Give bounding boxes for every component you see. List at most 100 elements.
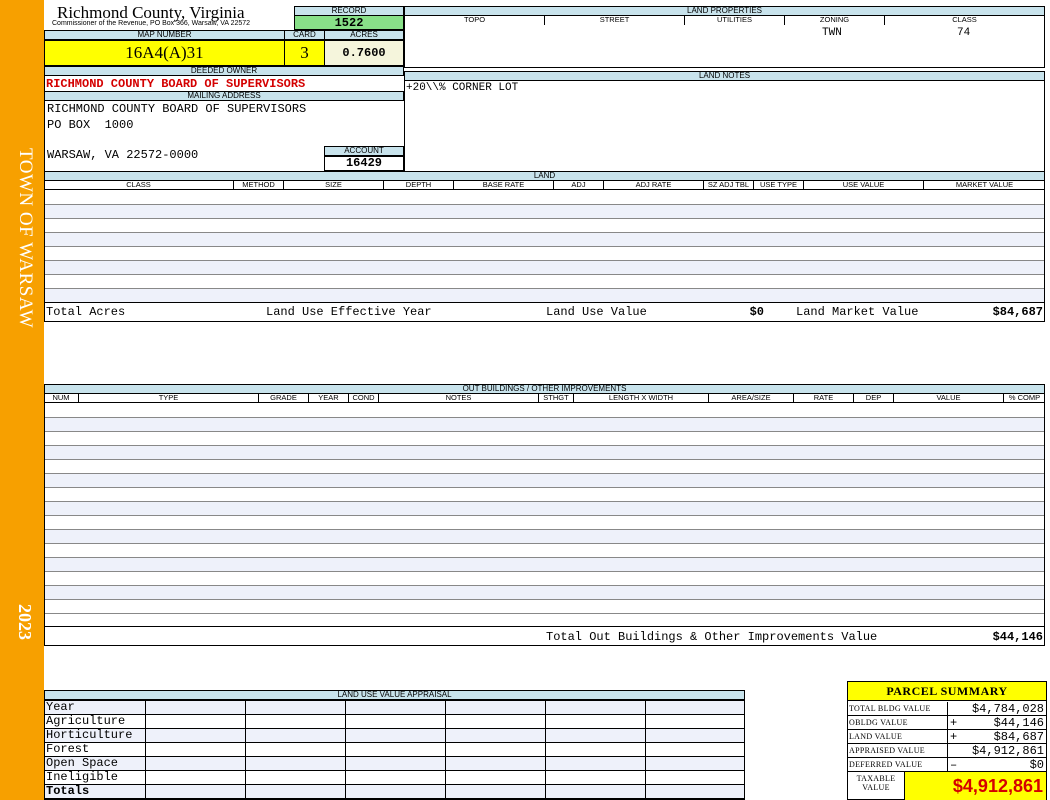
parcel-summary-label: DEFERRED VALUE	[849, 760, 923, 769]
land-row	[44, 247, 1045, 260]
land-row	[44, 289, 1045, 302]
ob-col-notes: NOTES	[379, 393, 539, 403]
ob-col-length-width: LENGTH X WIDTH	[574, 393, 709, 403]
ob-col-grade: GRADE	[259, 393, 309, 403]
land-col-market-value: MARKET VALUE	[955, 180, 1014, 189]
lp-col-topo: TOPO	[404, 15, 545, 25]
parcel-summary-label: APPRAISED VALUE	[849, 746, 925, 755]
outbuilding-row	[44, 530, 1045, 543]
land-col-sz-adj-tbl: SZ ADJ TBL	[704, 180, 754, 190]
land-header: CLASS METHOD SIZE DEPTH BASE RATE ADJ AD…	[44, 180, 1045, 190]
lp-col-zoning: ZONING	[785, 15, 885, 25]
parcel-summary-label: TOTAL BLDG VALUE	[849, 704, 931, 713]
land-row	[44, 205, 1045, 218]
taxable-label-1: TAXABLE	[856, 774, 896, 783]
land-col-method: METHOD	[234, 180, 284, 190]
sidebar-year: 2023	[15, 604, 35, 640]
ob-col-area-size: AREA/SIZE	[709, 393, 794, 403]
parcel-summary-sign: –	[950, 758, 958, 772]
land-row	[44, 275, 1045, 288]
parcel-summary-sign: +	[950, 730, 958, 744]
address-line-1: RICHMOND COUNTY BOARD OF SUPERVISORS	[47, 102, 307, 116]
lua-row-label: Open Space	[46, 756, 119, 770]
parcel-summary-label: OBLDG VALUE	[849, 718, 908, 727]
lua-row-label: Year	[46, 700, 75, 714]
outbuilding-row	[44, 516, 1045, 529]
ob-col-year: YEAR	[309, 393, 349, 403]
outbuilding-row	[44, 460, 1045, 473]
deeded-owner-label: DEEDED OWNER	[44, 66, 404, 76]
land-market-value-label: Land Market Value	[796, 305, 919, 319]
ob-col-cond: COND	[349, 393, 379, 403]
outbuilding-row	[44, 586, 1045, 599]
taxable-value: $4,912,861	[904, 772, 1046, 800]
land-col-depth: DEPTH	[384, 180, 454, 190]
land-row	[44, 233, 1045, 246]
record-value: 1522	[294, 15, 404, 30]
land-properties-header: TOPO STREET UTILITIES ZONING CLASS	[404, 15, 1045, 25]
outbuilding-row	[44, 488, 1045, 501]
parcel-summary-row: LAND VALUE + $84,687	[848, 730, 1046, 744]
parcel-summary-value: $4,784,028	[971, 702, 1044, 716]
sidebar: TOWN OF WARSAW 2023	[0, 0, 44, 800]
ob-col-value: VALUE	[894, 393, 1004, 403]
outbuildings-total-label: Total Out Buildings & Other Improvements…	[546, 630, 878, 644]
card-label: CARD	[284, 30, 325, 40]
lua-row: Horticulture	[45, 729, 744, 743]
lua-row-label: Horticulture	[46, 728, 133, 742]
parcel-summary-label: LAND VALUE	[849, 732, 903, 741]
lua-row: Forest	[45, 743, 744, 757]
commissioner-line: Commissioner of the Revenue, PO Box 366,…	[52, 20, 251, 27]
parcel-summary-row: APPRAISED VALUE $4,912,861	[848, 744, 1046, 758]
lua-row: Year	[45, 701, 744, 715]
effective-year-label: Land Use Effective Year	[266, 305, 432, 319]
land-col-adj: ADJ	[554, 180, 604, 190]
lua-row-label: Totals	[46, 784, 90, 798]
deeded-owner-value: RICHMOND COUNTY BOARD OF SUPERVISORS	[46, 77, 306, 91]
lp-col-class: CLASS	[885, 15, 1045, 25]
outbuilding-row	[44, 474, 1045, 487]
land-col-class: CLASS	[44, 180, 234, 190]
address-line-3: WARSAW, VA 22572-0000	[47, 148, 199, 162]
taxable-label: TAXABLE VALUE	[848, 772, 904, 800]
land-col-size: SIZE	[284, 180, 384, 190]
map-number-value: 16A4(A)31	[44, 40, 285, 66]
parcel-summary-row: DEFERRED VALUE – $0	[848, 758, 1046, 772]
acres-label: ACRES	[324, 30, 404, 40]
outbuilding-row	[44, 600, 1045, 613]
parcel-summary-sign: +	[950, 716, 958, 730]
outbuildings-total-value: $44,146	[992, 630, 1043, 644]
ob-col-num: NUM	[44, 393, 79, 403]
ob-col-rate: RATE	[794, 393, 854, 403]
land-row	[44, 219, 1045, 232]
lua-row-label: Ineligible	[46, 770, 119, 784]
land-col-use-value: USE VALUE	[804, 180, 924, 190]
land-row	[44, 261, 1045, 274]
lp-col-street: STREET	[545, 15, 685, 25]
ob-col-type: TYPE	[79, 393, 259, 403]
outbuilding-row	[44, 572, 1045, 585]
land-use-value-label: Land Use Value	[546, 305, 647, 319]
outbuilding-row	[44, 404, 1045, 417]
address-line-2: PO BOX 1000	[47, 118, 134, 132]
land-market-value: $84,687	[992, 305, 1043, 319]
parcel-summary-row: TOTAL BLDG VALUE $4,784,028	[848, 702, 1046, 716]
land-use-appraisal-table: Year Agriculture Horticulture Forest Open Sp…	[44, 700, 745, 800]
lua-row: Agriculture	[45, 715, 744, 729]
parcel-summary-title: PARCEL SUMMARY	[848, 682, 1046, 701]
land-row	[44, 191, 1045, 204]
outbuilding-row	[44, 446, 1045, 459]
lua-row: Open Space	[45, 757, 744, 771]
lua-row: Totals	[45, 785, 744, 799]
land-use-appraisal-title: LAND USE VALUE APPRAISAL	[44, 690, 745, 700]
outbuilding-row	[44, 432, 1045, 445]
outbuilding-row	[44, 418, 1045, 431]
taxable-label-2: VALUE	[862, 783, 890, 792]
outbuildings-total-row	[44, 626, 1045, 646]
land-col-use-type: USE TYPE	[754, 180, 804, 190]
total-acres-label: Total Acres	[46, 305, 126, 319]
land-notes-text: +20\\% CORNER LOT	[406, 82, 519, 94]
land-col-adj-rate: ADJ RATE	[604, 180, 704, 190]
outbuilding-row	[44, 558, 1045, 571]
outbuildings-header: NUM TYPE GRADE YEAR COND NOTES STHGT LEN…	[44, 393, 1045, 403]
